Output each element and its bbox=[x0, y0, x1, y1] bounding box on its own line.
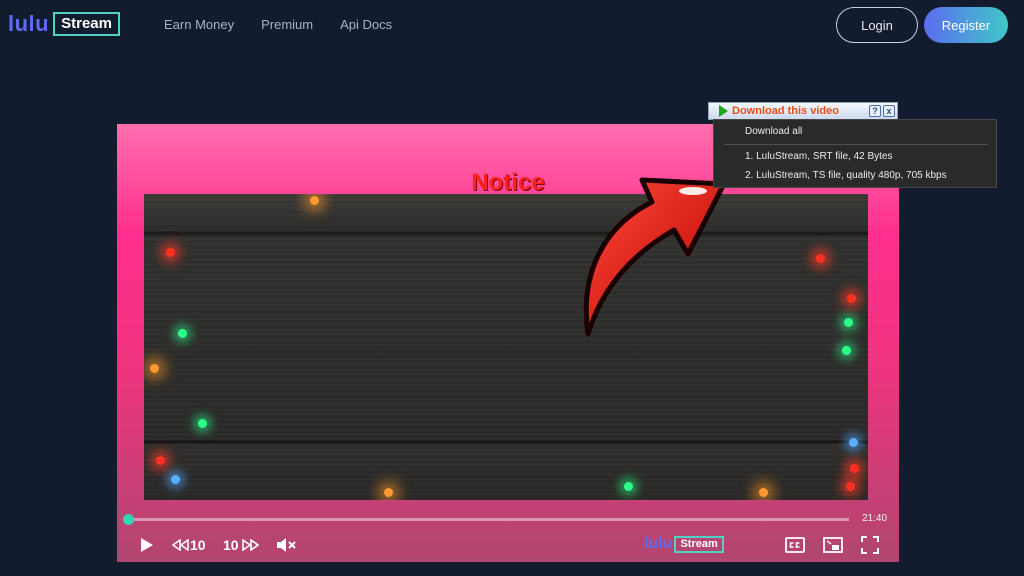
video-player[interactable]: Notice 21:40 10 10 lulu Stream bbox=[117, 124, 899, 562]
logo-text-stream: Stream bbox=[53, 12, 120, 36]
rewind-seconds: 10 bbox=[190, 537, 206, 553]
player-logo-stream: Stream bbox=[674, 535, 724, 553]
string-light bbox=[310, 196, 319, 205]
fullscreen-icon bbox=[861, 536, 879, 554]
duration-label: 21:40 bbox=[862, 513, 888, 524]
player-logo-lulu: lulu bbox=[644, 535, 673, 552]
download-all-item[interactable]: Download all bbox=[745, 126, 802, 137]
string-light bbox=[384, 488, 393, 497]
pip-button[interactable] bbox=[822, 535, 844, 555]
string-light bbox=[198, 419, 207, 428]
site-logo[interactable]: lulu Stream bbox=[8, 12, 120, 36]
forward-button[interactable]: 10 bbox=[223, 535, 259, 555]
mute-icon bbox=[277, 538, 296, 552]
play-button[interactable] bbox=[137, 535, 157, 555]
login-button[interactable]: Login bbox=[836, 7, 918, 43]
player-logo: lulu Stream bbox=[644, 535, 724, 553]
site-header: lulu Stream Earn Money Premium Api Docs … bbox=[0, 0, 1024, 50]
mute-button[interactable] bbox=[275, 535, 297, 555]
string-light bbox=[624, 482, 633, 491]
download-title: Download this video bbox=[732, 105, 839, 117]
string-light bbox=[759, 488, 768, 497]
string-light bbox=[849, 438, 858, 447]
red-arrow-icon bbox=[583, 177, 727, 337]
download-play-icon bbox=[719, 105, 728, 117]
nav-api-docs[interactable]: Api Docs bbox=[340, 17, 392, 32]
nav-premium[interactable]: Premium bbox=[261, 17, 313, 32]
download-this-video-button[interactable]: Download this video bbox=[709, 105, 869, 117]
video-frame[interactable] bbox=[144, 194, 868, 500]
forward-seconds: 10 bbox=[223, 537, 239, 553]
string-light bbox=[844, 318, 853, 327]
main-nav: Earn Money Premium Api Docs bbox=[164, 17, 392, 32]
logo-text-lulu: lulu bbox=[8, 11, 50, 36]
string-light bbox=[846, 482, 855, 491]
string-light bbox=[847, 294, 856, 303]
captions-icon bbox=[785, 537, 805, 553]
string-light bbox=[150, 364, 159, 373]
string-light bbox=[178, 329, 187, 338]
string-light bbox=[816, 254, 825, 263]
rewind-button[interactable]: 10 bbox=[172, 535, 206, 555]
string-light bbox=[842, 346, 851, 355]
picture-in-picture-icon bbox=[823, 537, 843, 553]
menu-divider bbox=[724, 144, 988, 145]
help-icon[interactable]: ? bbox=[869, 105, 881, 117]
download-item[interactable]: 1. LuluStream, SRT file, 42 Bytes bbox=[745, 151, 892, 162]
progress-track[interactable] bbox=[127, 518, 849, 521]
download-item[interactable]: 2. LuluStream, TS file, quality 480p, 70… bbox=[745, 170, 947, 181]
download-menu: Download all 1. LuluStream, SRT file, 42… bbox=[713, 119, 997, 188]
rewind-icon bbox=[172, 539, 189, 551]
fullscreen-button[interactable] bbox=[859, 535, 881, 555]
download-toolbar: Download this video ? x bbox=[708, 102, 898, 120]
string-light bbox=[156, 456, 165, 465]
string-light bbox=[850, 464, 859, 473]
string-light bbox=[166, 248, 175, 257]
forward-icon bbox=[241, 539, 259, 551]
play-icon bbox=[141, 538, 153, 552]
register-button[interactable]: Register bbox=[924, 7, 1008, 43]
captions-button[interactable] bbox=[784, 535, 806, 555]
nav-earn-money[interactable]: Earn Money bbox=[164, 17, 234, 32]
progress-handle[interactable] bbox=[123, 514, 134, 525]
close-icon[interactable]: x bbox=[883, 105, 895, 117]
string-light bbox=[171, 475, 180, 484]
